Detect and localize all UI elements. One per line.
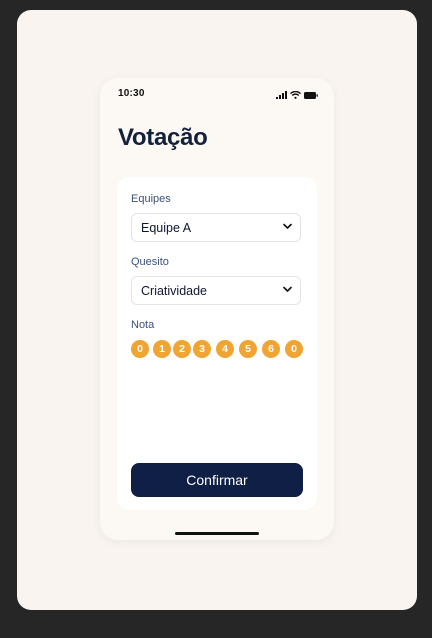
- phone-screen: 10:30 Votação Equipes Equipe A Quesito C…: [100, 78, 334, 540]
- score-option[interactable]: 4: [216, 340, 234, 358]
- app-frame: 10:30 Votação Equipes Equipe A Quesito C…: [17, 10, 417, 610]
- confirm-button[interactable]: Confirmar: [131, 463, 303, 497]
- battery-icon: [304, 91, 318, 99]
- status-icons: [276, 90, 318, 100]
- team-select[interactable]: Equipe A: [131, 213, 301, 242]
- score-option[interactable]: 3: [193, 340, 211, 358]
- score-option[interactable]: 6: [262, 340, 280, 358]
- criterion-label: Quesito: [131, 256, 169, 268]
- score-options: 0 1 2 3 4 5 6 0: [131, 340, 303, 358]
- score-option[interactable]: 5: [239, 340, 257, 358]
- home-indicator: [175, 532, 259, 535]
- criterion-select-value: Criatividade: [141, 284, 208, 298]
- vote-form-card: Equipes Equipe A Quesito Criatividade No…: [117, 177, 317, 510]
- signal-icon: [276, 91, 287, 99]
- score-option[interactable]: 1: [153, 340, 171, 358]
- page-title: Votação: [118, 124, 208, 151]
- criterion-select[interactable]: Criatividade: [131, 276, 301, 305]
- score-option[interactable]: 0: [131, 340, 149, 358]
- team-label: Equipes: [131, 193, 171, 205]
- score-option[interactable]: 2: [173, 340, 191, 358]
- score-option[interactable]: 0: [285, 340, 303, 358]
- score-label: Nota: [131, 319, 155, 331]
- chevron-down-icon: [283, 286, 292, 292]
- wifi-icon: [290, 91, 301, 99]
- status-bar: 10:30: [118, 88, 318, 102]
- team-select-value: Equipe A: [141, 221, 192, 235]
- chevron-down-icon: [283, 223, 292, 229]
- status-time: 10:30: [118, 88, 145, 99]
